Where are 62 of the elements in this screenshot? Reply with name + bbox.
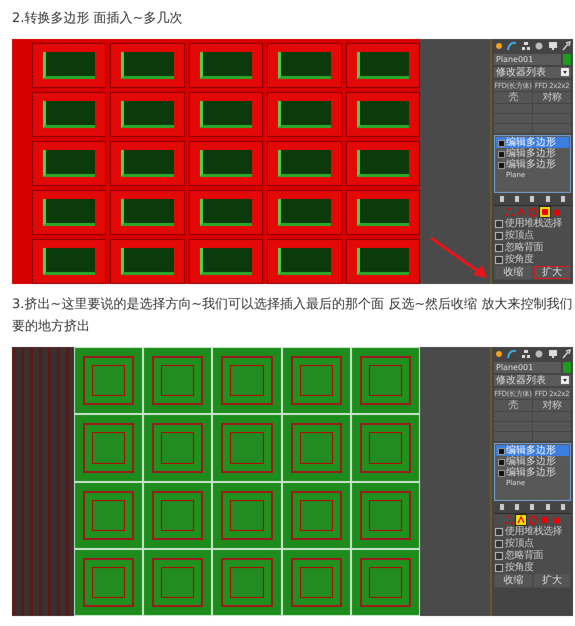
modifier-list-dropdown[interactable]: 修改器列表 (494, 375, 571, 386)
stack-tool-icon[interactable] (500, 196, 504, 202)
grow-button[interactable]: 扩大 (534, 266, 570, 279)
modifier-list-dropdown[interactable]: 修改器列表 (494, 67, 571, 78)
polygon-level-button[interactable] (540, 207, 550, 217)
option-label: 忽略背面 (505, 550, 543, 561)
stack-item[interactable]: 编辑多边形 (496, 137, 569, 148)
stack-tool-icon[interactable] (515, 504, 520, 510)
stack-tool-icon[interactable] (546, 504, 550, 510)
shrink-button[interactable]: 收缩 (495, 266, 532, 279)
option-checkbox[interactable] (495, 540, 503, 548)
monitor-icon[interactable] (548, 349, 558, 359)
option-label: 按顶点 (505, 230, 534, 241)
stack-tool-icon[interactable] (561, 504, 566, 510)
step-caption: 2.转换多边形 面插入~多几次 (12, 10, 184, 28)
modifier-button[interactable]: 对称 (533, 400, 571, 411)
modifier-button[interactable]: 对称 (533, 92, 571, 103)
sun-icon[interactable] (494, 349, 504, 359)
option-checkbox[interactable] (495, 244, 503, 252)
circle-icon[interactable] (534, 41, 544, 51)
stack-tool-icon[interactable] (530, 504, 534, 510)
hierarchy-icon[interactable] (520, 349, 531, 359)
object-name-field[interactable]: Plane001 (494, 54, 561, 65)
option-checkbox[interactable] (495, 528, 503, 536)
hierarchy-icon[interactable] (520, 41, 531, 51)
curve-icon[interactable] (507, 41, 518, 51)
stack-item[interactable]: 编辑多边形 (496, 445, 569, 456)
stack-tool-icon[interactable] (561, 196, 566, 202)
monitor-icon[interactable] (548, 41, 558, 51)
stack-item[interactable]: 编辑多边形 (496, 456, 569, 467)
option-checkbox[interactable] (495, 564, 503, 572)
option-label: 按顶点 (505, 538, 534, 549)
option-label: 按角度 (505, 254, 534, 265)
color-swatch[interactable] (563, 54, 571, 65)
option-label: 使用堆栈选择 (505, 526, 562, 537)
option-checkbox[interactable] (495, 552, 503, 560)
stack-tool-icon[interactable] (530, 196, 534, 202)
dropdown-arrow-icon[interactable] (561, 68, 569, 76)
curve-icon[interactable] (507, 349, 518, 359)
sun-icon[interactable] (494, 41, 504, 51)
step-caption: 3.挤出~这里要说的是选择方向~我们可以选择插入最后的那个面 反选~然后收缩 放大来控制我们要的地方挤出 (12, 296, 573, 336)
stack-item[interactable]: 编辑多边形 (496, 148, 569, 159)
stack-tool-icon[interactable] (515, 196, 520, 202)
shrink-button[interactable]: 收缩 (495, 574, 532, 587)
color-swatch[interactable] (563, 362, 571, 373)
edge-level-button[interactable] (516, 515, 526, 525)
modifier-button[interactable]: 壳 (494, 92, 532, 103)
stack-tool-icon[interactable] (546, 196, 550, 202)
option-label: 按角度 (505, 562, 534, 573)
circle-icon[interactable] (534, 349, 544, 359)
option-checkbox[interactable] (495, 256, 503, 264)
stack-item[interactable]: 编辑多边形 (496, 159, 569, 170)
grow-button[interactable]: 扩大 (534, 574, 570, 587)
modifier-button[interactable]: 壳 (494, 400, 532, 411)
option-label: 使用堆栈选择 (505, 218, 562, 229)
stack-item[interactable]: 编辑多边形 (496, 467, 569, 478)
object-name-field[interactable]: Plane001 (494, 362, 561, 373)
dropdown-arrow-icon[interactable] (561, 376, 569, 384)
option-checkbox[interactable] (495, 232, 503, 240)
option-checkbox[interactable] (495, 220, 503, 228)
stack-tool-icon[interactable] (500, 504, 504, 510)
option-label: 忽略背面 (505, 242, 543, 253)
